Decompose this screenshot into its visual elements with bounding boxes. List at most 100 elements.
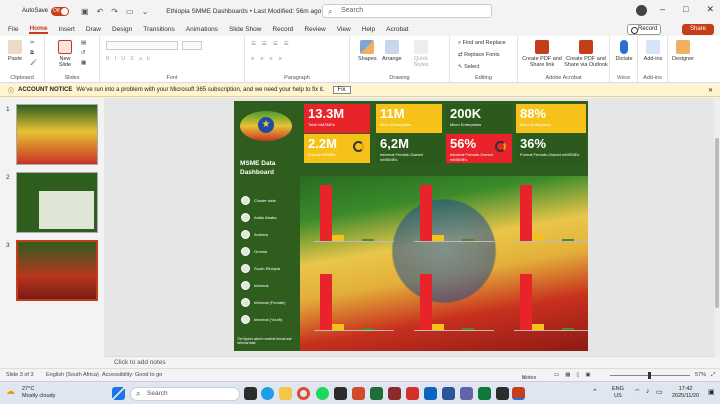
replace-fonts-button[interactable]: ⇄ Replace Fonts: [458, 52, 500, 58]
weather-widget[interactable]: 27°C Mostly cloudy: [22, 386, 55, 400]
zoom-level[interactable]: 57%: [695, 372, 706, 378]
nav-item[interactable]: Amhara: [241, 230, 268, 239]
search-box[interactable]: ⌕ Search: [322, 4, 492, 18]
font-format-buttons[interactable]: BIUSab: [106, 56, 155, 62]
designer-button[interactable]: Designer: [670, 40, 696, 62]
acrobat-icon[interactable]: [406, 387, 419, 400]
font-size-select[interactable]: [182, 41, 202, 50]
close-icon[interactable]: ✕: [706, 4, 714, 15]
tab-slide-show[interactable]: Slide Show: [229, 26, 262, 33]
share-button[interactable]: Share: [682, 24, 714, 35]
edge-icon[interactable]: [261, 387, 274, 400]
clock[interactable]: 17:42 2025/11/20: [672, 386, 699, 400]
task-view-icon[interactable]: [244, 387, 257, 400]
powerpoint-icon[interactable]: [512, 387, 525, 400]
tab-animations[interactable]: Animations: [186, 26, 218, 33]
arrange-button[interactable]: Arrange: [382, 40, 402, 62]
paste-button[interactable]: Paste: [8, 40, 22, 62]
section-icon[interactable]: ▦: [81, 60, 86, 66]
tab-view[interactable]: View: [337, 26, 351, 33]
nav-item[interactable]: South Ethiopia: [241, 264, 280, 273]
autosave-control[interactable]: AutoSave Off: [22, 6, 70, 16]
tab-draw[interactable]: Draw: [86, 26, 101, 33]
zoom-slider-thumb[interactable]: [648, 372, 651, 379]
dictate-button[interactable]: Dictate: [613, 40, 635, 62]
view-buttons[interactable]: ▭▦▯▣: [554, 372, 597, 378]
cut-icon[interactable]: ✂: [30, 40, 35, 46]
tab-file[interactable]: File: [8, 26, 18, 33]
avatar[interactable]: [636, 5, 647, 16]
font-family-select[interactable]: [106, 41, 178, 50]
find-replace-button[interactable]: ⌕ Find and Replace: [458, 40, 506, 47]
volume-icon[interactable]: ♪: [646, 388, 650, 395]
maps-icon[interactable]: [478, 387, 491, 400]
autosave-toggle[interactable]: Off: [51, 6, 70, 16]
excel-icon[interactable]: [370, 387, 383, 400]
new-slide-button[interactable]: New Slide: [55, 40, 75, 68]
store-icon[interactable]: [334, 387, 347, 400]
record-button[interactable]: Record: [627, 24, 661, 35]
start-icon[interactable]: [112, 387, 125, 400]
tab-transitions[interactable]: Transitions: [143, 26, 175, 33]
nav-item[interactable]: Informal: [241, 281, 268, 290]
copy-icon[interactable]: ⧉: [30, 50, 34, 57]
addins-button[interactable]: Add-ins: [641, 40, 665, 62]
reset-icon[interactable]: ↺: [81, 50, 86, 56]
accessibility-status[interactable]: Accessibility: Good to go: [102, 372, 162, 378]
tab-insert[interactable]: Insert: [59, 26, 75, 33]
minimize-icon[interactable]: –: [660, 4, 665, 15]
present-icon[interactable]: ▭: [126, 7, 134, 16]
battery-icon[interactable]: ▭: [656, 388, 663, 396]
align-buttons[interactable]: ≡≡≡≡: [251, 56, 288, 62]
save-icon[interactable]: ▣: [81, 7, 89, 16]
tab-design[interactable]: Design: [112, 26, 132, 33]
notes-pane[interactable]: Click to add notes: [104, 356, 714, 368]
undo-icon[interactable]: ↶: [97, 7, 104, 16]
redo-icon[interactable]: ↷: [111, 7, 118, 16]
fix-button[interactable]: Fix: [332, 86, 351, 94]
terminal-icon[interactable]: [496, 387, 509, 400]
outlook-icon[interactable]: [424, 387, 437, 400]
nav-item[interactable]: Informal (Youth): [241, 315, 282, 324]
chrome-icon[interactable]: [297, 387, 310, 400]
nav-item[interactable]: Addis Ababa: [241, 213, 276, 222]
notification-icon[interactable]: ▣: [708, 388, 715, 396]
quick-styles-button[interactable]: Quick Styles: [408, 40, 434, 68]
nav-item[interactable]: Oromia: [241, 247, 267, 256]
language-indicator[interactable]: English (South Africa): [46, 372, 99, 378]
tray-overflow-icon[interactable]: ⌃: [592, 388, 598, 396]
slide-3[interactable]: ★ MSME Data Dashboard Cluster wide Addis …: [234, 101, 588, 351]
vertical-scrollbar[interactable]: [714, 98, 720, 356]
app-icon[interactable]: [388, 387, 401, 400]
tab-review[interactable]: Review: [304, 26, 325, 33]
shapes-button[interactable]: Shapes: [358, 40, 377, 62]
slide-thumbnail-1[interactable]: [16, 104, 98, 165]
tab-record[interactable]: Record: [272, 26, 293, 33]
teams-icon[interactable]: [460, 387, 473, 400]
language-tray[interactable]: ENG US: [612, 386, 624, 400]
slide-thumbnail-2[interactable]: [16, 172, 98, 233]
office-icon[interactable]: [352, 387, 365, 400]
maximize-icon[interactable]: □: [683, 4, 688, 15]
create-pdf-link-button[interactable]: Create PDF and Share link: [522, 40, 562, 68]
list-buttons[interactable]: ☰☰☰☰: [251, 41, 295, 47]
taskbar-search[interactable]: ⌕ Search: [130, 387, 240, 401]
fit-to-window-icon[interactable]: ⤢: [711, 372, 715, 379]
create-pdf-outlook-button[interactable]: Create PDF and Share via Outlook: [564, 40, 608, 68]
file-explorer-icon[interactable]: [279, 387, 292, 400]
document-title[interactable]: Ethiopia SMME Dashboards • Last Modified…: [166, 8, 321, 15]
tab-home[interactable]: Home: [29, 25, 48, 34]
close-icon[interactable]: ✕: [708, 87, 713, 94]
tab-help[interactable]: Help: [362, 26, 375, 33]
network-icon[interactable]: ⌔: [634, 388, 641, 397]
spotify-icon[interactable]: [316, 387, 329, 400]
layout-icon[interactable]: ▤: [81, 40, 86, 46]
format-painter-icon[interactable]: 🖌: [30, 60, 37, 66]
slide-thumbnail-3[interactable]: [16, 240, 98, 301]
nav-item[interactable]: Informal (Female): [241, 298, 286, 307]
tab-acrobat[interactable]: Acrobat: [386, 26, 408, 33]
word-icon[interactable]: [442, 387, 455, 400]
scroll-thumb[interactable]: [715, 138, 719, 308]
nav-item[interactable]: Cluster wide: [241, 196, 276, 205]
select-button[interactable]: ↖ Select: [458, 64, 479, 70]
